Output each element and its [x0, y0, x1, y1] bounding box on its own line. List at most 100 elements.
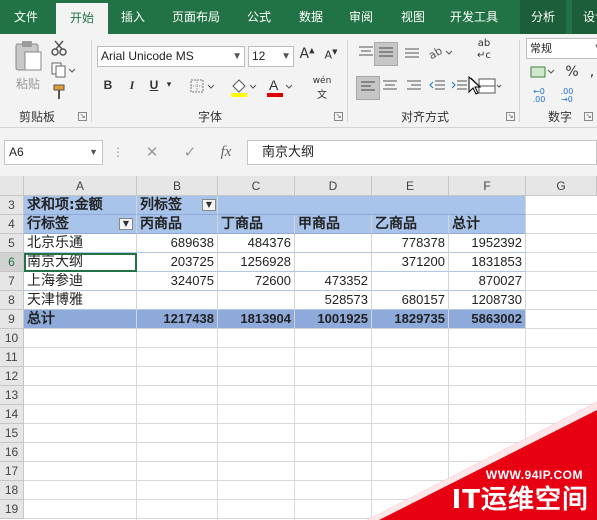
pivot-value-cell[interactable] [295, 234, 372, 253]
row-header[interactable]: 17 [0, 462, 24, 481]
currency-icon[interactable] [528, 64, 558, 82]
pivot-value-cell[interactable]: 689638 [137, 234, 218, 253]
tab-formulas[interactable]: 公式 [236, 0, 282, 34]
number-dialog-launcher[interactable]: ↘ [584, 112, 593, 121]
align-center-icon[interactable] [380, 78, 400, 98]
align-left-icon[interactable] [356, 76, 380, 100]
row-header[interactable]: 6 [0, 253, 24, 272]
pivot-value-cell[interactable]: 473352 [295, 272, 372, 291]
more-options-icon[interactable]: ⋮ [112, 140, 124, 165]
pivot-value-cell[interactable]: 680157 [372, 291, 449, 310]
row-header[interactable]: 13 [0, 386, 24, 405]
percent-button[interactable]: % [564, 64, 580, 82]
column-header-b[interactable]: B [137, 176, 218, 196]
italic-button[interactable]: I [124, 78, 140, 98]
row-header[interactable]: 19 [0, 500, 24, 519]
tab-design[interactable]: 设计 [572, 0, 597, 34]
increase-font-icon[interactable]: A▲ [298, 46, 316, 66]
tab-view[interactable]: 视图 [390, 0, 436, 34]
comma-button[interactable]: , [586, 64, 597, 82]
pivot-value-cell[interactable]: 1256928 [218, 253, 295, 272]
increase-decimal-icon[interactable]: ←0.00 [528, 88, 550, 106]
bold-button[interactable]: B [100, 78, 116, 98]
select-all-corner[interactable] [0, 176, 24, 196]
pivot-column-header[interactable]: 总计 [449, 215, 526, 234]
increase-indent-icon[interactable] [450, 78, 470, 98]
orientation-icon[interactable]: ab [426, 44, 456, 64]
pivot-grand-total-cell[interactable]: 1001925 [295, 310, 372, 329]
column-filter-dropdown-icon[interactable]: ▼ [202, 199, 216, 211]
tab-review[interactable]: 审阅 [338, 0, 384, 34]
phonetic-icon[interactable]: wén 文 [306, 76, 338, 101]
cancel-icon[interactable]: ✕ [140, 140, 164, 165]
font-dialog-launcher[interactable]: ↘ [334, 112, 343, 121]
row-filter-dropdown-icon[interactable]: ▼ [119, 218, 133, 230]
pivot-value-cell[interactable] [218, 291, 295, 310]
pivot-row-label[interactable]: 天津博雅 [24, 291, 137, 310]
pivot-row-label[interactable]: 南京大纲 [24, 253, 137, 272]
row-header[interactable]: 4 [0, 215, 24, 234]
tab-developer[interactable]: 开发工具 [440, 0, 508, 34]
tab-page-layout[interactable]: 页面布局 [162, 0, 230, 34]
column-header-c[interactable]: C [218, 176, 295, 196]
row-header[interactable]: 18 [0, 481, 24, 500]
tab-home[interactable]: 开始 [56, 0, 108, 34]
pivot-value-cell[interactable]: 72600 [218, 272, 295, 291]
chevron-down-icon[interactable]: ▾ [164, 80, 174, 94]
row-header[interactable]: 16 [0, 443, 24, 462]
align-top-icon[interactable] [356, 44, 376, 64]
underline-button[interactable]: U [146, 78, 162, 98]
pivot-grand-total-cell[interactable]: 1829735 [372, 310, 449, 329]
alignment-dialog-launcher[interactable]: ↘ [506, 112, 515, 121]
font-color-icon[interactable]: A [264, 76, 296, 100]
name-box[interactable]: A6 ▼ [4, 140, 103, 165]
pivot-value-cell[interactable] [372, 272, 449, 291]
align-middle-icon[interactable] [374, 42, 398, 66]
pivot-grand-total-cell[interactable]: 1813904 [218, 310, 295, 329]
pivot-grand-total-cell[interactable]: 5863002 [449, 310, 526, 329]
number-format-combo[interactable]: 常规▼ [526, 38, 597, 59]
font-name-combo[interactable]: Arial Unicode MS ▼ [97, 46, 245, 67]
wrap-text-icon[interactable]: ab ↵c [470, 38, 498, 68]
tab-analyze[interactable]: 分析 [520, 0, 566, 34]
borders-icon[interactable] [188, 78, 218, 98]
format-painter-icon[interactable] [50, 84, 68, 100]
column-header-f[interactable]: F [449, 176, 526, 196]
tab-data[interactable]: 数据 [288, 0, 334, 34]
pivot-row-label[interactable]: 北京乐通 [24, 234, 137, 253]
pivot-value-cell[interactable]: 870027 [449, 272, 526, 291]
pivot-value-cell[interactable]: 528573 [295, 291, 372, 310]
pivot-value-cell[interactable]: 1831853 [449, 253, 526, 272]
pivot-grand-total-cell[interactable]: 1217438 [137, 310, 218, 329]
decrease-font-icon[interactable]: A▼ [322, 48, 340, 68]
pivot-value-field-label[interactable]: 求和项:金额 [24, 196, 137, 215]
decrease-decimal-icon[interactable]: .00 →0 [556, 88, 578, 106]
row-header[interactable]: 14 [0, 405, 24, 424]
align-right-icon[interactable] [404, 78, 424, 98]
pivot-value-cell[interactable]: 324075 [137, 272, 218, 291]
fill-color-icon[interactable] [228, 76, 260, 100]
enter-icon[interactable]: ✓ [178, 140, 202, 165]
pivot-column-header[interactable]: 乙商品 [372, 215, 449, 234]
pivot-row-label[interactable]: 上海参迪 [24, 272, 137, 291]
row-header[interactable]: 5 [0, 234, 24, 253]
row-header[interactable]: 12 [0, 367, 24, 386]
row-header[interactable]: 11 [0, 348, 24, 367]
row-header[interactable]: 3 [0, 196, 24, 215]
pivot-column-header[interactable]: 甲商品 [295, 215, 372, 234]
pivot-column-header[interactable]: 丙商品 [137, 215, 218, 234]
tab-file[interactable]: 文件 [0, 0, 52, 34]
decrease-indent-icon[interactable] [428, 78, 448, 98]
pivot-column-header[interactable]: 丁商品 [218, 215, 295, 234]
column-header-g[interactable]: G [526, 176, 597, 196]
pivot-value-cell[interactable]: 1208730 [449, 291, 526, 310]
font-size-combo[interactable]: 12 ▼ [248, 46, 294, 67]
tab-insert[interactable]: 插入 [110, 0, 156, 34]
pivot-value-cell[interactable] [137, 291, 218, 310]
paste-button[interactable]: 粘贴 [10, 40, 46, 100]
cut-icon[interactable] [50, 40, 68, 56]
row-header[interactable]: 8 [0, 291, 24, 310]
align-bottom-icon[interactable] [402, 44, 422, 64]
pivot-value-cell[interactable]: 484376 [218, 234, 295, 253]
pivot-value-cell[interactable]: 778378 [372, 234, 449, 253]
